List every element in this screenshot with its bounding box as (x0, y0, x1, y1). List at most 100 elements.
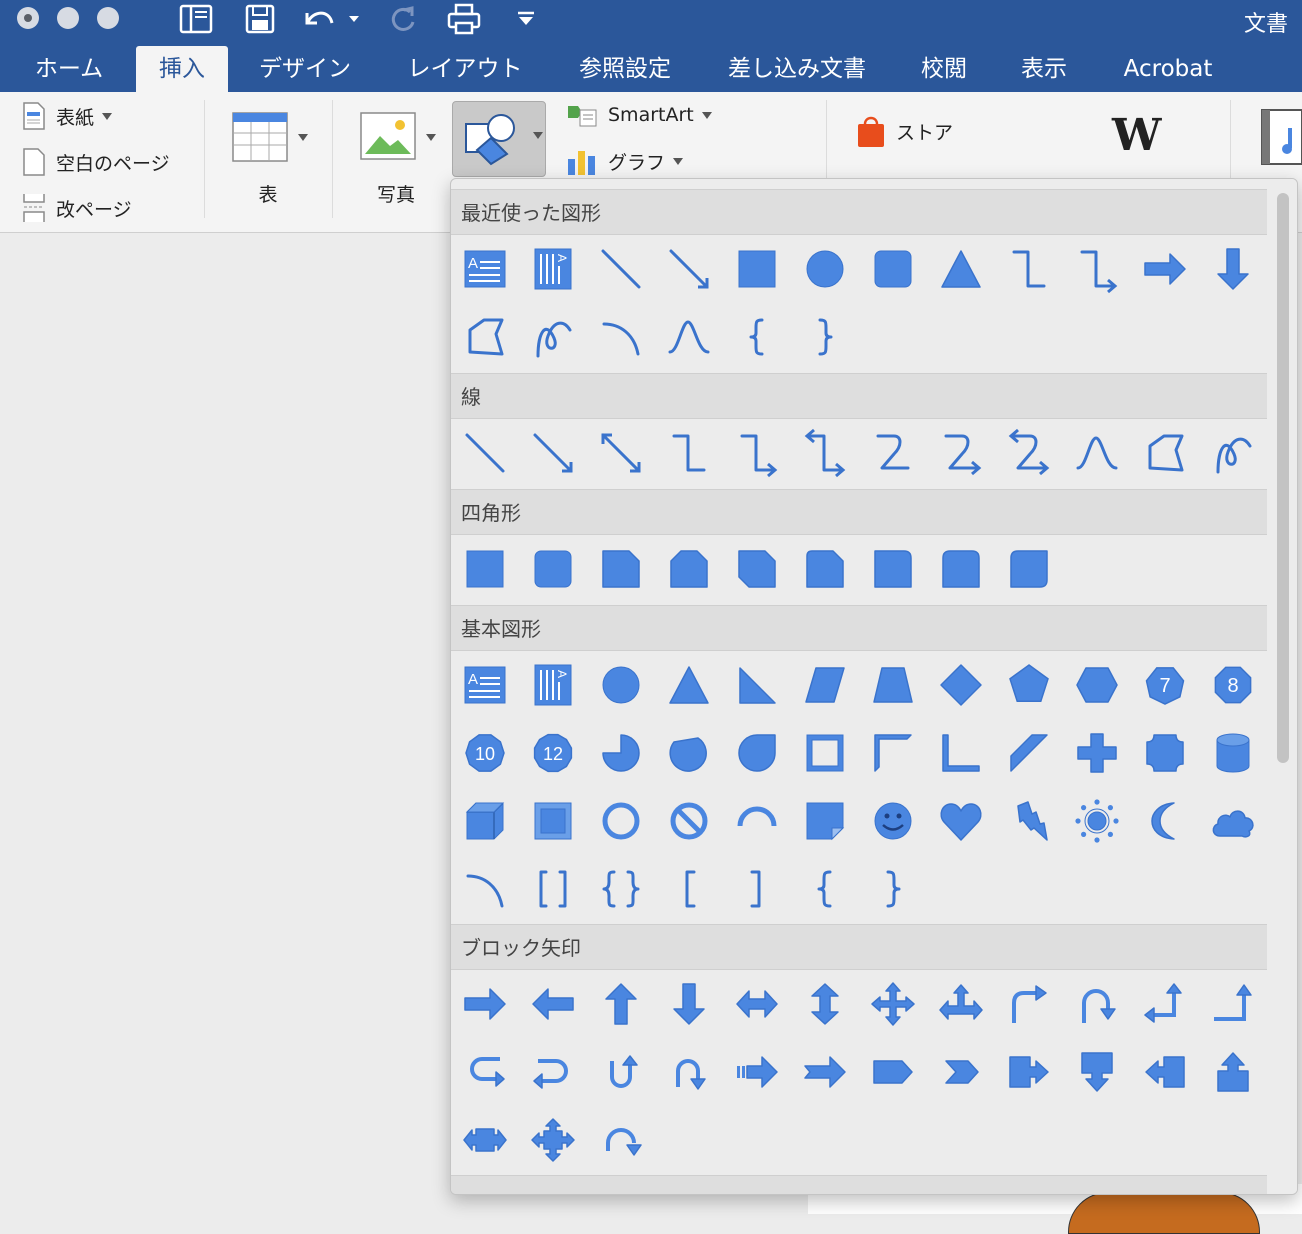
shape-rounded-rectangle[interactable] (868, 244, 918, 294)
page-break-button[interactable]: 改ページ (22, 194, 132, 222)
shape-line-arrow[interactable] (664, 244, 714, 294)
shape-chevron[interactable] (936, 1047, 986, 1097)
table-label[interactable]: 表 (238, 180, 298, 207)
shape-scribble[interactable] (528, 312, 578, 362)
shape-diamond[interactable] (936, 660, 986, 710)
shape-dodecagon[interactable]: 12 (528, 728, 578, 778)
shape-left-bracket[interactable] (664, 864, 714, 914)
shape-down-arrow-callout[interactable] (1072, 1047, 1122, 1097)
picture-label[interactable]: 写真 (366, 180, 426, 207)
shape-wave-curve[interactable] (664, 312, 714, 362)
shape-curve[interactable] (1072, 428, 1122, 478)
shape-curved-left-arrow[interactable] (528, 1047, 578, 1097)
shape-left-brace[interactable] (800, 864, 850, 914)
shape-right-bracket[interactable] (732, 864, 782, 914)
shape-scribble[interactable] (1208, 428, 1258, 478)
tab-review[interactable]: 校閲 (908, 46, 980, 92)
shape-l-shape[interactable] (936, 728, 986, 778)
shape-donut[interactable] (596, 796, 646, 846)
chevron-down-icon[interactable] (298, 134, 308, 141)
shape-circular-arrow[interactable] (596, 1115, 646, 1165)
shape-right-brace[interactable] (868, 864, 918, 914)
shape-curved-right-arrow[interactable] (460, 1047, 510, 1097)
shape-vertical-text-box[interactable]: A (528, 244, 578, 294)
shape-vertical-text-box[interactable]: A (528, 660, 578, 710)
shape-rectangle[interactable] (732, 244, 782, 294)
shape-up-down-arrow[interactable] (800, 979, 850, 1029)
shape-elbow-arrow-connector[interactable] (1072, 244, 1122, 294)
tab-references[interactable]: 参照設定 (566, 46, 684, 92)
shape-line[interactable] (460, 428, 510, 478)
shape-round-same-side-corner-rectangle[interactable] (936, 544, 986, 594)
shape-cross[interactable] (1072, 728, 1122, 778)
shape-double-bracket[interactable] (528, 864, 578, 914)
shape-pie[interactable] (596, 728, 646, 778)
shape-left-right-arrow[interactable] (732, 979, 782, 1029)
tab-insert[interactable]: 挿入 (136, 46, 228, 92)
tab-acrobat[interactable]: Acrobat (1108, 46, 1228, 92)
shape-line-double-arrow[interactable] (596, 428, 646, 478)
shape-curved-down-arrow[interactable] (664, 1047, 714, 1097)
online-video-icon[interactable] (1260, 108, 1302, 170)
shape-snip-same-side-corner-rectangle[interactable] (664, 544, 714, 594)
shape-quad-arrow[interactable] (868, 979, 918, 1029)
shape-left-brace[interactable] (732, 312, 782, 362)
tab-view[interactable]: 表示 (1008, 46, 1080, 92)
shape-rounded-rectangle[interactable] (528, 544, 578, 594)
smartart-button[interactable]: SmartArt (566, 102, 712, 128)
shape-parallelogram[interactable] (800, 660, 850, 710)
shape-block-arc[interactable] (732, 796, 782, 846)
shape-right-arrow[interactable] (1140, 244, 1190, 294)
wikipedia-icon[interactable]: W (1112, 112, 1161, 160)
tab-layout[interactable]: レイアウト (396, 46, 534, 92)
shape-snip-diagonal-corner-rectangle[interactable] (732, 544, 782, 594)
shape-curved-up-arrow[interactable] (596, 1047, 646, 1097)
shape-hexagon[interactable] (1072, 660, 1122, 710)
shape-freeform[interactable] (460, 312, 510, 362)
shape-octagon[interactable]: 8 (1208, 660, 1258, 710)
chart-button[interactable]: グラフ (566, 147, 684, 175)
shape-bevel[interactable] (528, 796, 578, 846)
shape-quad-arrow-callout[interactable] (528, 1115, 578, 1165)
minimize-window-button[interactable] (57, 7, 79, 29)
shape-left-up-arrow[interactable] (1140, 979, 1190, 1029)
print-icon[interactable] (444, 0, 484, 38)
shape-can[interactable] (1208, 728, 1258, 778)
shape-line[interactable] (596, 244, 646, 294)
zoom-window-button[interactable] (97, 7, 119, 29)
store-button[interactable]: ストア (856, 114, 953, 148)
shape-down-arrow[interactable] (664, 979, 714, 1029)
shape-decagon[interactable]: 10 (460, 728, 510, 778)
document-shape[interactable] (1068, 1192, 1260, 1234)
shape-sun[interactable] (1072, 796, 1122, 846)
shape-elbow-arrow-connector[interactable] (732, 428, 782, 478)
cover-page-button[interactable]: 表紙 (22, 102, 113, 130)
shape-heart[interactable] (936, 796, 986, 846)
shape-round-diagonal-corner-rectangle[interactable] (1004, 544, 1054, 594)
shape-freeform[interactable] (1140, 428, 1190, 478)
chevron-down-icon[interactable] (426, 134, 436, 141)
shape-smiley-face[interactable] (868, 796, 918, 846)
shape-curved-arrow-connector[interactable] (936, 428, 986, 478)
table-icon[interactable] (232, 112, 288, 166)
shape-line-arrow[interactable] (528, 428, 578, 478)
shape-down-arrow[interactable] (1208, 244, 1258, 294)
shape-snip-round-single-corner-rectangle[interactable] (800, 544, 850, 594)
shape-right-arrow-callout[interactable] (1004, 1047, 1054, 1097)
shape-diagonal-stripe[interactable] (1004, 728, 1054, 778)
shapes-gallery[interactable]: 最近使った図形 A A 線四角形 基本図形 A A 7 8 10 12 ブロック矢印 (450, 178, 1298, 1195)
shape-pentagon-arrow[interactable] (868, 1047, 918, 1097)
shape-up-arrow-callout[interactable] (1208, 1047, 1258, 1097)
shape-cloud[interactable] (1208, 796, 1258, 846)
shape-teardrop[interactable] (732, 728, 782, 778)
undo-icon[interactable] (298, 0, 340, 38)
shape-isosceles-triangle[interactable] (664, 660, 714, 710)
shape-round-single-corner-rectangle[interactable] (868, 544, 918, 594)
picture-icon[interactable] (360, 112, 416, 166)
shape-snip-single-corner-rectangle[interactable] (596, 544, 646, 594)
shape-curved-double-arrow-connector[interactable] (1004, 428, 1054, 478)
customize-dropdown-icon[interactable] (512, 0, 540, 38)
shape-elbow-double-arrow-connector[interactable] (800, 428, 850, 478)
shape-cube[interactable] (460, 796, 510, 846)
shape-elbow-connector[interactable] (664, 428, 714, 478)
